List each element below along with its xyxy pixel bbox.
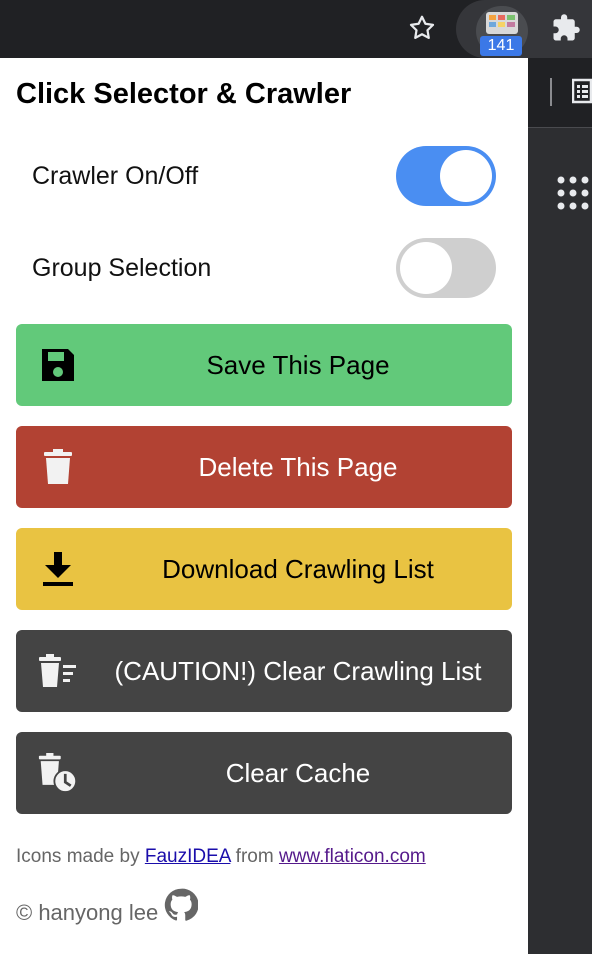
credits-middle: from: [230, 846, 279, 867]
group-selection-toggle-row: Group Selection: [32, 238, 496, 298]
group-selection-label: Group Selection: [32, 254, 212, 282]
save-page-label: Save This Page: [206, 349, 390, 380]
copyright-line: © hanyong lee: [16, 888, 199, 930]
save-page-button[interactable]: Save This Page: [16, 324, 512, 406]
credits-prefix: Icons made by: [16, 846, 145, 867]
popup-title: Click Selector & Crawler: [16, 78, 352, 110]
group-selection-switch[interactable]: [396, 238, 496, 298]
copyright-text: © hanyong lee: [16, 900, 159, 925]
clear-crawling-list-label: (CAUTION!) Clear Crawling List: [114, 655, 482, 686]
switch-knob: [440, 150, 492, 202]
puzzle-icon[interactable]: [546, 10, 586, 46]
extension-grid-icon: [486, 12, 518, 34]
divider: [550, 78, 552, 106]
background-page: [528, 58, 592, 954]
github-icon[interactable]: [164, 888, 199, 922]
download-list-label: Download Crawling List: [162, 553, 434, 584]
trash-clock-icon: [38, 752, 78, 794]
crawler-toggle-switch[interactable]: [396, 146, 496, 206]
crawler-toggle-label: Crawler On/Off: [32, 162, 199, 190]
trash-icon: [38, 446, 78, 488]
clear-cache-button[interactable]: Clear Cache: [16, 732, 512, 814]
trash-list-icon: [38, 650, 78, 692]
list-icon[interactable]: [571, 78, 592, 104]
clear-cache-label: Clear Cache: [225, 757, 371, 788]
bookmark-star-icon[interactable]: [404, 10, 440, 46]
icon-credits: Icons made by FauzIDEA from www.flaticon…: [16, 846, 426, 868]
browser-toolbar: 141: [0, 0, 592, 58]
download-list-button[interactable]: Download Crawling List: [16, 528, 512, 610]
extension-popup: Click Selector & Crawler Crawler On/Off …: [0, 58, 528, 954]
extension-badge: 141: [480, 36, 522, 56]
crawler-toggle-row: Crawler On/Off: [32, 146, 496, 206]
apps-grid-icon[interactable]: [556, 174, 592, 212]
flaticon-link[interactable]: www.flaticon.com: [279, 846, 426, 867]
switch-knob: [400, 242, 452, 294]
download-icon: [38, 548, 78, 590]
delete-page-label: Delete This Page: [198, 451, 398, 482]
author-link[interactable]: FauzIDEA: [145, 846, 231, 867]
floppy-disk-icon: [38, 344, 78, 386]
delete-page-button[interactable]: Delete This Page: [16, 426, 512, 508]
page-header-strip: [528, 58, 592, 128]
clear-crawling-list-button[interactable]: (CAUTION!) Clear Crawling List: [16, 630, 512, 712]
